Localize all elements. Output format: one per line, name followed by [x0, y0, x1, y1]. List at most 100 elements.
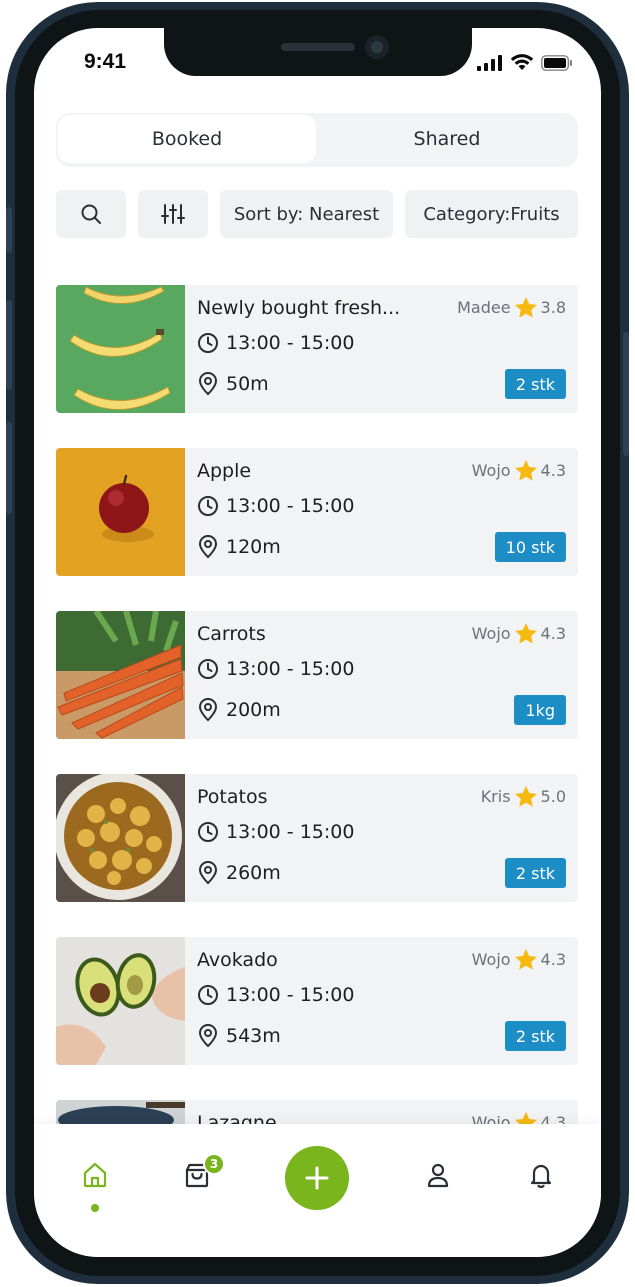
quantity-badge: 2 stk — [504, 1021, 566, 1051]
star-icon — [514, 949, 537, 970]
item-image-apple — [56, 448, 185, 576]
item-rating: Madee 3.8 — [457, 297, 566, 318]
filter-settings-button[interactable] — [138, 190, 208, 238]
app-screen: 9:41 Booked Shared Sort by: Nearest Cate… — [34, 28, 601, 1257]
status-time: 9:41 — [84, 50, 127, 73]
sort-label: Sort by: — [233, 203, 304, 225]
item-distance: 260m — [226, 862, 281, 884]
nav-profile[interactable] — [420, 1157, 456, 1193]
battery-icon — [541, 54, 572, 71]
item-time-row: 13:00 - 15:00 — [197, 984, 354, 1006]
clock-icon — [198, 985, 218, 1005]
item-title: Avokado — [197, 949, 278, 971]
item-image-bananas — [56, 285, 185, 413]
item-rating: Kris 5.0 — [481, 786, 566, 807]
category-dropdown[interactable]: Category: Fruits — [405, 190, 578, 238]
item-time-row: 13:00 - 15:00 — [197, 495, 354, 517]
active-indicator — [91, 1204, 99, 1212]
location-pin-icon — [198, 372, 218, 396]
item-distance-row: 120m — [197, 535, 281, 559]
volume-up-button — [6, 300, 12, 390]
home-icon — [83, 1162, 107, 1188]
item-user: Kris — [480, 787, 511, 806]
item-user: Madee — [457, 298, 511, 317]
tab-shared[interactable]: Shared — [318, 115, 576, 163]
star-icon — [514, 786, 537, 807]
item-title: Potatos — [197, 786, 268, 808]
front-camera — [365, 35, 389, 59]
location-pin-icon — [198, 535, 218, 559]
item-distance-row: 260m — [197, 861, 281, 885]
list-item[interactable]: Apple Wojo 4.3 13:00 - 15:00 120m 10 stk — [56, 448, 578, 576]
clock-icon — [198, 496, 218, 516]
item-distance: 120m — [226, 536, 281, 558]
item-title: Newly bought fresh... — [197, 297, 401, 319]
add-button[interactable] — [285, 1146, 349, 1210]
item-image-avocado — [56, 937, 185, 1065]
list-item[interactable]: Avokado Wojo 4.3 13:00 - 15:00 543m 2 st… — [56, 937, 578, 1065]
star-icon — [514, 297, 537, 318]
search-icon — [81, 204, 101, 224]
item-time: 13:00 - 15:00 — [226, 495, 355, 517]
list-item[interactable]: Newly bought fresh... Madee 3.8 13:00 - … — [56, 285, 578, 413]
category-label: Category: — [423, 203, 511, 225]
item-user: Wojo — [471, 461, 511, 480]
bell-icon — [530, 1164, 552, 1189]
star-icon — [514, 623, 537, 644]
notch — [164, 28, 472, 76]
nav-notifications[interactable] — [523, 1157, 559, 1193]
item-time-row: 13:00 - 15:00 — [197, 821, 354, 843]
item-rating: Wojo 4.3 — [472, 949, 566, 970]
clock-icon — [198, 822, 218, 842]
volume-down-button — [6, 422, 12, 514]
item-distance-row: 200m — [197, 698, 281, 722]
item-time-row: 13:00 - 15:00 — [197, 332, 354, 354]
category-value: Fruits — [510, 203, 560, 225]
clock-icon — [198, 659, 218, 679]
search-button[interactable] — [56, 190, 126, 238]
speaker — [281, 43, 355, 51]
item-image-carrots — [56, 611, 185, 739]
power-button — [623, 332, 629, 456]
item-distance: 50m — [226, 373, 269, 395]
location-pin-icon — [198, 698, 218, 722]
quantity-badge: 1kg — [514, 695, 566, 725]
item-distance-row: 50m — [197, 372, 269, 396]
item-distance-row: 543m — [197, 1024, 281, 1048]
item-rating-value: 5.0 — [540, 787, 566, 806]
location-pin-icon — [198, 861, 218, 885]
quantity-badge: 2 stk — [504, 858, 566, 888]
silent-switch — [6, 207, 12, 253]
quantity-badge: 2 stk — [504, 369, 566, 399]
location-pin-icon — [198, 1024, 218, 1048]
sort-value: Nearest — [309, 203, 380, 225]
item-title: Carrots — [197, 623, 266, 645]
item-rating: Wojo 4.3 — [472, 623, 566, 644]
status-icons — [477, 54, 573, 71]
tab-booked[interactable]: Booked — [58, 115, 316, 163]
bottom-tab-bar: 3 — [34, 1124, 601, 1257]
clock-icon — [198, 333, 218, 353]
user-icon — [427, 1163, 449, 1188]
item-time: 13:00 - 15:00 — [226, 984, 355, 1006]
item-rating: Wojo 4.3 — [472, 460, 566, 481]
item-user: Wojo — [471, 950, 511, 969]
sort-dropdown[interactable]: Sort by: Nearest — [220, 190, 393, 238]
quantity-badge: 10 stk — [494, 532, 566, 562]
item-time: 13:00 - 15:00 — [226, 658, 355, 680]
list-item[interactable]: Carrots Wojo 4.3 13:00 - 15:00 200m 1kg — [56, 611, 578, 739]
item-rating-value: 3.8 — [540, 298, 566, 317]
item-rating-value: 4.3 — [540, 950, 566, 969]
item-title: Apple — [197, 460, 252, 482]
nav-home[interactable] — [77, 1157, 113, 1193]
item-distance: 543m — [226, 1025, 281, 1047]
signal-icon — [477, 54, 502, 71]
item-distance: 200m — [226, 699, 281, 721]
item-time: 13:00 - 15:00 — [226, 332, 355, 354]
add-icon — [305, 1166, 329, 1190]
item-time: 13:00 - 15:00 — [226, 821, 355, 843]
sliders-icon — [161, 204, 185, 224]
list-item[interactable]: Potatos Kris 5.0 13:00 - 15:00 260m 2 st… — [56, 774, 578, 902]
item-rating-value: 4.3 — [540, 624, 566, 643]
bag-count-badge: 3 — [203, 1153, 225, 1175]
